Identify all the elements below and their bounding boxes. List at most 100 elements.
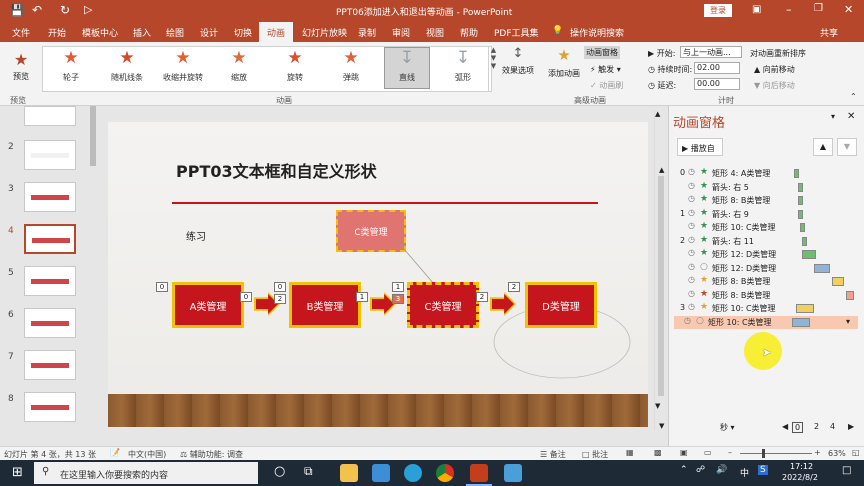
animation-list-item[interactable]: ◷ ○ 矩形 10: C类管理 ▾ xyxy=(674,315,858,329)
tab-animations[interactable]: 动画 xyxy=(259,22,294,42)
timing-bar[interactable] xyxy=(796,304,814,313)
slide-thumbnail[interactable] xyxy=(24,350,76,380)
box-b[interactable]: B类管理 xyxy=(289,282,361,328)
language-status[interactable]: 中文(中国) xyxy=(128,449,166,460)
animation-gallery-item[interactable]: ★ 收缩并旋转 xyxy=(160,48,206,88)
pane-options-icon[interactable]: ▾ xyxy=(831,112,835,121)
tab-draw[interactable]: 绘图 xyxy=(166,26,184,39)
animation-list-item[interactable]: ◷ ★ 箭头: 右 5 xyxy=(678,181,858,194)
ribbon-display-icon[interactable]: ▣ xyxy=(752,4,761,15)
maximize-icon[interactable]: ❐ xyxy=(814,3,823,14)
pane-close-icon[interactable]: ✕ xyxy=(847,111,855,122)
input-method-icon[interactable]: S xyxy=(758,465,768,475)
share-button[interactable]: 共享 xyxy=(820,26,838,39)
zoom-in-button[interactable]: + xyxy=(814,448,821,457)
animation-list-item[interactable]: 3 ◷ ★ 矩形 10: C类管理 xyxy=(678,302,858,315)
slide-thumbnail[interactable] xyxy=(24,140,76,170)
timeline-next[interactable]: ▶ xyxy=(848,422,854,431)
duration-input[interactable]: 02.00 xyxy=(694,62,740,74)
ime-indicator[interactable]: 中 xyxy=(740,466,749,479)
box-a[interactable]: A类管理 xyxy=(172,282,244,328)
animation-list-item[interactable]: 0 ◷ ★ 矩形 4: A类管理 xyxy=(678,167,858,180)
slide-sorter-icon[interactable]: ▩ xyxy=(654,448,662,457)
preview-button[interactable]: ★ 预览 xyxy=(8,50,34,82)
animation-gallery-item[interactable]: ★ 缩放 xyxy=(216,48,262,88)
animation-painter-button[interactable]: ✓ 动画刷 xyxy=(590,80,623,91)
seconds-dropdown[interactable]: 秒 ▾ xyxy=(720,422,735,433)
zoom-out-button[interactable]: – xyxy=(728,448,732,457)
animation-gallery-item[interactable]: ↧ 弧形 xyxy=(440,48,486,88)
slide-thumbnail[interactable] xyxy=(24,266,76,296)
login-button[interactable]: 登录 xyxy=(704,4,732,17)
pane-scroll-up[interactable]: ▲ xyxy=(659,166,664,174)
box-d[interactable]: D类管理 xyxy=(525,282,597,328)
trigger-button[interactable]: ⚡ 触发 ▾ xyxy=(590,64,621,75)
zoom-slider[interactable] xyxy=(740,453,812,454)
cortana-icon[interactable]: ○ xyxy=(274,464,285,479)
timing-bar[interactable] xyxy=(802,236,807,246)
timing-bar[interactable] xyxy=(832,277,844,286)
tab-view[interactable]: 视图 xyxy=(426,26,444,39)
item-dropdown-icon[interactable]: ▾ xyxy=(846,317,850,326)
add-animation-button[interactable]: ★ 添加动画 xyxy=(546,46,582,79)
timing-bar[interactable] xyxy=(798,182,803,192)
animation-list-item[interactable]: ◷ ★ 矩形 8: B类管理 xyxy=(678,194,858,207)
timing-bar[interactable] xyxy=(800,223,805,232)
close-icon[interactable]: ✕ xyxy=(844,3,853,16)
windows-start-icon[interactable]: ⊞ xyxy=(12,465,23,480)
slide-thumbnail[interactable] xyxy=(24,224,76,254)
animation-list-item[interactable]: 2 ◷ ★ 箭头: 右 11 xyxy=(678,235,858,248)
app-icon[interactable] xyxy=(504,464,522,482)
slide-thumbnail[interactable] xyxy=(24,182,76,212)
tray-chevron-icon[interactable]: ⌃ xyxy=(680,465,688,475)
timing-bar[interactable] xyxy=(798,196,803,205)
anim-tag-selected[interactable]: 3 xyxy=(392,294,404,304)
timing-bar[interactable] xyxy=(846,290,854,300)
tab-insert[interactable]: 插入 xyxy=(133,26,151,39)
tell-me-search[interactable]: 操作说明搜索 xyxy=(570,26,624,39)
pane-list-scrollbar-thumb[interactable] xyxy=(658,176,664,396)
slide-thumbnail-top[interactable] xyxy=(24,106,76,126)
animation-gallery-item[interactable]: ★ 随机线条 xyxy=(104,48,150,88)
store-icon[interactable] xyxy=(372,464,390,482)
animation-gallery-item[interactable]: ★ 弹跳 xyxy=(328,48,374,88)
chrome-icon[interactable] xyxy=(436,464,454,482)
anim-tag[interactable]: 2 xyxy=(508,282,520,292)
anim-tag[interactable]: 0 xyxy=(156,282,168,292)
tab-template[interactable]: 模板中心 xyxy=(82,26,118,39)
anim-tag[interactable]: 1 xyxy=(392,282,404,292)
anim-tag[interactable]: 2 xyxy=(476,292,488,302)
move-down-button[interactable]: ▼ xyxy=(837,138,857,156)
redo-icon[interactable]: ↻ xyxy=(60,3,70,17)
tab-design[interactable]: 设计 xyxy=(200,26,218,39)
anim-tag[interactable]: 1 xyxy=(356,292,368,302)
move-later-button[interactable]: ▼ 向后移动 xyxy=(754,80,795,91)
tab-record[interactable]: 录制 xyxy=(358,26,376,39)
timing-bar[interactable] xyxy=(802,250,816,259)
slide-canvas[interactable]: PPT03文本框和自定义形状 练习 C类管理 0 A类管理 0 0 2 B类管理… xyxy=(108,122,648,427)
comments-button[interactable]: □ 批注 xyxy=(582,449,608,460)
animation-list-item[interactable]: ◷ ★ 矩形 8: B类管理 xyxy=(678,275,858,288)
timeline-prev[interactable]: ◀ xyxy=(782,422,788,431)
timing-bar[interactable] xyxy=(794,169,799,178)
move-earlier-button[interactable]: ▲ 向前移动 xyxy=(754,64,795,75)
zoom-level[interactable]: 63% xyxy=(828,449,846,458)
tab-file[interactable]: 文件 xyxy=(12,26,30,39)
timing-bar[interactable] xyxy=(792,317,810,327)
animation-pane-button[interactable]: 动画窗格 xyxy=(584,46,620,59)
slideshow-view-icon[interactable]: ▭ xyxy=(704,448,712,457)
thumbnail-scrollbar[interactable] xyxy=(90,106,96,166)
tab-help[interactable]: 帮助 xyxy=(460,26,478,39)
animation-gallery-item[interactable]: ↧ 直线 xyxy=(384,47,430,89)
box-c[interactable]: C类管理 xyxy=(407,282,479,328)
slide-thumbnail[interactable] xyxy=(24,392,76,422)
save-icon[interactable]: 💾 xyxy=(10,4,24,17)
animation-list-item[interactable]: ◷ ○ 矩形 12: D类管理 xyxy=(678,262,858,275)
file-explorer-icon[interactable] xyxy=(340,464,358,482)
clock-date[interactable]: 2022/8/2 xyxy=(782,473,818,482)
tab-home[interactable]: 开始 xyxy=(48,26,66,39)
task-view-icon[interactable]: ⧉ xyxy=(304,464,313,479)
effect-options-button[interactable]: ↕ 效果选项 xyxy=(500,46,536,76)
taskbar-search[interactable]: ⚲ 在这里输入你要搜索的内容 xyxy=(34,462,258,484)
tab-pdf-tools[interactable]: PDF工具集 xyxy=(494,26,539,39)
